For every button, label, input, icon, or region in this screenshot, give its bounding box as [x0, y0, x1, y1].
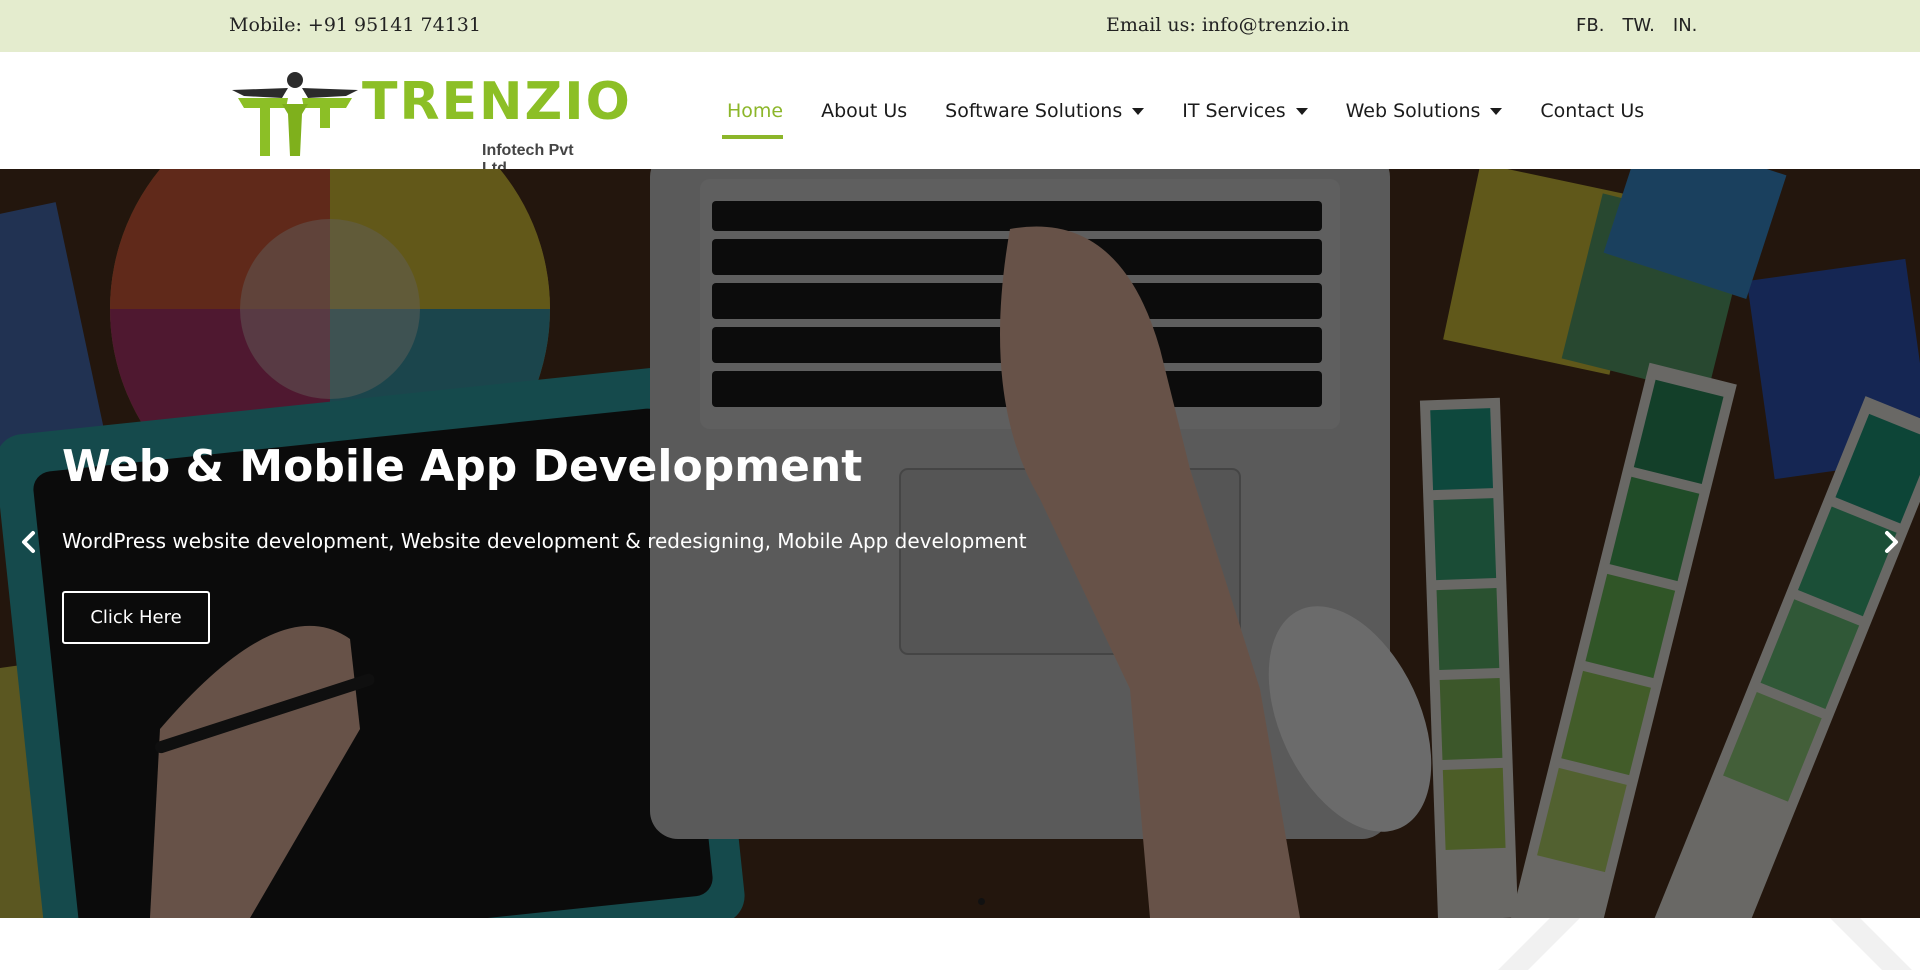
- logo-mark-icon: [232, 72, 358, 156]
- nav-label: Web Solutions: [1345, 99, 1481, 122]
- hero-subtitle: WordPress website development, Website d…: [62, 529, 1027, 553]
- site-logo[interactable]: TRENZIO Infotech Pvt Ltd: [230, 68, 630, 177]
- social-links: FB. TW. IN.: [1576, 15, 1697, 36]
- content-section-top: [0, 918, 1920, 970]
- caret-down-icon: [1490, 108, 1503, 115]
- nav-web-solutions[interactable]: Web Solutions: [1327, 52, 1522, 169]
- nav-contact-us[interactable]: Contact Us: [1521, 52, 1663, 169]
- brand-name: TRENZIO: [362, 72, 632, 132]
- nav-home[interactable]: Home: [722, 52, 802, 169]
- email-address[interactable]: Email us: info@trenzio.in: [1106, 14, 1349, 36]
- hero-slider: Web & Mobile App Development WordPress w…: [0, 169, 1920, 918]
- nav-label: IT Services: [1182, 99, 1286, 122]
- hero-title: Web & Mobile App Development: [62, 441, 863, 492]
- twitter-link[interactable]: TW.: [1622, 15, 1654, 36]
- slider-pagination: [978, 898, 985, 905]
- site-header: TRENZIO Infotech Pvt Ltd Home About Us S…: [0, 52, 1920, 177]
- nav-label: About Us: [821, 99, 908, 122]
- nav-label: Software Solutions: [945, 99, 1123, 122]
- nav-label: Home: [727, 99, 784, 122]
- facebook-link[interactable]: FB.: [1576, 15, 1604, 36]
- chevron-right-icon[interactable]: [1876, 527, 1906, 557]
- nav-label: Contact Us: [1540, 99, 1645, 122]
- click-here-button[interactable]: Click Here: [62, 591, 210, 644]
- chevron-left-icon[interactable]: [14, 527, 44, 557]
- mobile-number: Mobile: +91 95141 74131: [229, 14, 481, 36]
- main-navigation: Home About Us Software Solutions IT Serv…: [722, 52, 1663, 169]
- slide-dot-1[interactable]: [978, 898, 985, 905]
- nav-it-services[interactable]: IT Services: [1163, 52, 1326, 169]
- caret-down-icon: [1295, 108, 1308, 115]
- nav-software-solutions[interactable]: Software Solutions: [926, 52, 1163, 169]
- top-contact-bar: Mobile: +91 95141 74131 Email us: info@t…: [0, 0, 1920, 52]
- caret-down-icon: [1132, 108, 1145, 115]
- instagram-link[interactable]: IN.: [1673, 15, 1698, 36]
- nav-about-us[interactable]: About Us: [802, 52, 926, 169]
- decorative-lines: [1498, 918, 1912, 970]
